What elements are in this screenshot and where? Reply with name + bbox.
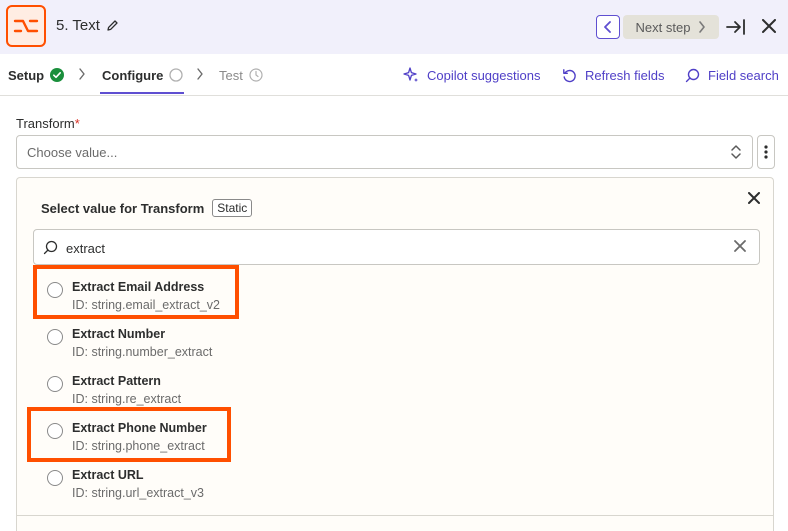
clock-icon bbox=[249, 68, 263, 82]
highlight-box-email bbox=[33, 265, 239, 319]
field-search-button[interactable]: Field search bbox=[685, 54, 779, 96]
option-name: Extract Pattern bbox=[72, 374, 161, 388]
transform-select-placeholder: Choose value... bbox=[27, 144, 118, 160]
chevron-right-icon bbox=[196, 68, 204, 80]
previous-step-button[interactable] bbox=[596, 15, 620, 39]
panel-divider bbox=[17, 515, 773, 516]
next-step-label: Next step bbox=[635, 19, 691, 35]
tab-setup[interactable]: Setup bbox=[8, 54, 65, 96]
option-id: ID: string.number_extract bbox=[72, 345, 213, 359]
clear-search-icon[interactable] bbox=[734, 240, 748, 254]
static-badge: Static bbox=[212, 199, 253, 217]
transform-value-dropdown: Select value for Transform Static Extrac… bbox=[16, 177, 774, 531]
chevron-left-icon bbox=[604, 21, 611, 33]
tab-configure-label: Configure bbox=[102, 67, 164, 83]
search-icon bbox=[685, 68, 700, 82]
sparkle-icon bbox=[403, 67, 418, 82]
option-id: ID: string.re_extract bbox=[72, 392, 182, 406]
dropdown-title-text: Select value for Transform bbox=[41, 200, 205, 216]
field-search-label: Field search bbox=[708, 67, 779, 83]
step-tabs: Setup Configure Test Copilot suggestions… bbox=[0, 54, 788, 96]
refresh-icon bbox=[563, 68, 576, 82]
more-options-button[interactable] bbox=[757, 135, 775, 169]
option-extract-url[interactable]: Extract URL ID: string.url_extract_v3 bbox=[41, 461, 341, 507]
radio-button[interactable] bbox=[47, 329, 63, 345]
radio-button[interactable] bbox=[47, 470, 63, 486]
tab-test-label: Test bbox=[219, 67, 243, 83]
options-search-box bbox=[33, 229, 760, 265]
check-circle-icon bbox=[50, 68, 65, 82]
tab-configure[interactable]: Configure bbox=[102, 54, 184, 96]
transform-select[interactable]: Choose value... bbox=[16, 135, 753, 169]
next-step-button[interactable]: Next step bbox=[623, 15, 719, 39]
close-icon[interactable] bbox=[747, 191, 761, 205]
transform-field-label: Transform* bbox=[16, 116, 80, 131]
tab-setup-label: Setup bbox=[8, 67, 45, 83]
option-name: Extract Number bbox=[72, 327, 166, 341]
option-extract-number[interactable]: Extract Number ID: string.number_extract bbox=[41, 320, 341, 366]
dropdown-title: Select value for Transform Static bbox=[41, 199, 253, 217]
step-title-text: 5. Text bbox=[56, 17, 100, 34]
select-arrows-icon bbox=[730, 144, 742, 160]
formatter-app-icon bbox=[6, 5, 46, 47]
search-icon bbox=[43, 240, 58, 255]
tab-test[interactable]: Test bbox=[219, 54, 263, 96]
active-tab-indicator bbox=[100, 92, 184, 94]
empty-circle-icon bbox=[169, 68, 184, 82]
chevron-right-icon bbox=[699, 21, 706, 33]
refresh-fields-label: Refresh fields bbox=[585, 67, 665, 83]
radio-button[interactable] bbox=[47, 376, 63, 392]
highlight-box-phone bbox=[27, 407, 231, 462]
transform-label-text: Transform bbox=[16, 116, 75, 131]
required-marker: * bbox=[74, 116, 80, 131]
option-name: Extract URL bbox=[72, 468, 144, 482]
option-id: ID: string.url_extract_v3 bbox=[72, 486, 204, 500]
chevron-right-icon bbox=[78, 68, 86, 80]
pencil-icon[interactable] bbox=[106, 19, 119, 32]
step-title[interactable]: 5. Text bbox=[56, 17, 119, 34]
copilot-suggestions-button[interactable]: Copilot suggestions bbox=[403, 54, 540, 96]
kebab-menu-icon bbox=[764, 145, 768, 159]
copilot-suggestions-label: Copilot suggestions bbox=[427, 67, 541, 83]
app-header: 5. Text Next step bbox=[0, 0, 788, 54]
refresh-fields-button[interactable]: Refresh fields bbox=[562, 54, 664, 96]
collapse-panel-icon[interactable] bbox=[725, 16, 747, 38]
close-icon[interactable] bbox=[760, 17, 778, 35]
options-search-input[interactable] bbox=[66, 238, 706, 258]
